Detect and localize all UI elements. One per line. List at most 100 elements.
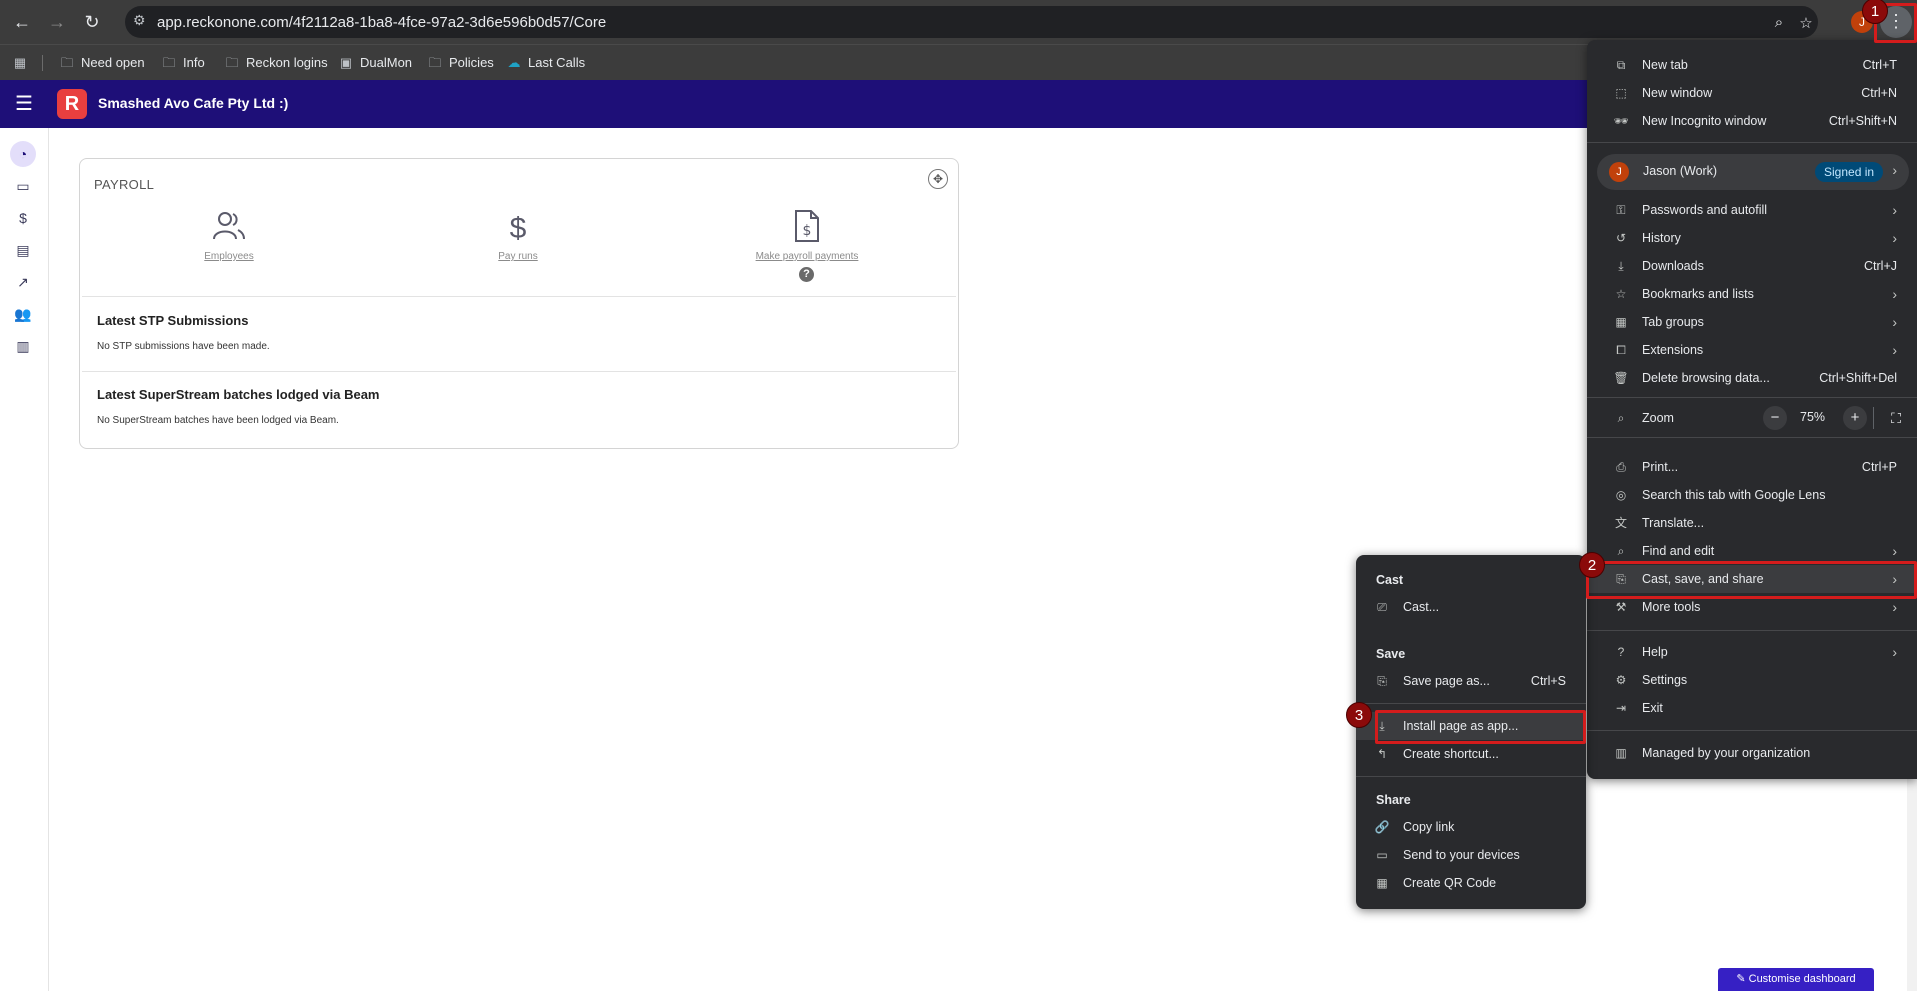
step-marker-2: 2 xyxy=(1579,552,1605,578)
briefcase-icon[interactable]: ▤ xyxy=(10,237,36,263)
menu-print[interactable]: ⎙ Print... Ctrl+P xyxy=(1587,453,1917,481)
menu-downloads[interactable]: ⤓ Downloads Ctrl+J xyxy=(1587,252,1917,280)
menu-extensions[interactable]: ⧠ Extensions › xyxy=(1587,336,1917,364)
image-icon: ▣ xyxy=(339,55,353,70)
section-divider xyxy=(82,296,956,297)
submenu-cast[interactable]: ⎚ Cast... xyxy=(1356,593,1586,621)
superstream-text: No SuperStream batches have been lodged … xyxy=(97,415,339,426)
payroll-widget: PAYROLL ✥ Employees $ Pay runs $ Make pa… xyxy=(79,158,959,449)
menu-delete-data[interactable]: 🗑 Delete browsing data... Ctrl+Shift+Del xyxy=(1587,364,1917,392)
reckon-logo[interactable]: R xyxy=(57,89,87,119)
chevron-right-icon: › xyxy=(1892,314,1897,330)
document-dollar-icon: $ xyxy=(727,209,887,249)
menu-profile[interactable]: J Jason (Work) Signed in › xyxy=(1597,154,1909,190)
step-marker-3: 3 xyxy=(1346,702,1372,728)
menu-settings[interactable]: ⚙ Settings xyxy=(1587,666,1917,694)
zoom-icon[interactable]: ⌕ xyxy=(1770,14,1788,32)
bookmark-dualmon[interactable]: ▣ DualMon xyxy=(338,53,412,73)
menu-new-tab[interactable]: ⧉ New tab Ctrl+T xyxy=(1587,51,1917,79)
cast-icon: ⎚ xyxy=(1377,600,1387,614)
payroll-payments-link[interactable]: Make payroll payments xyxy=(727,251,887,262)
folder-icon: 🗀 xyxy=(428,55,442,70)
menu-divider xyxy=(1587,397,1917,398)
cloud-icon: ☁ xyxy=(507,55,521,70)
dollar-icon[interactable]: $ xyxy=(10,205,36,231)
bookmark-reckon-logins[interactable]: 🗀 Reckon logins xyxy=(224,53,327,73)
submenu-copy-link[interactable]: 🔗 Copy link xyxy=(1356,813,1586,841)
calendar-icon[interactable]: ▭ xyxy=(10,173,36,199)
highlight-install-app xyxy=(1375,710,1586,744)
bookmark-last-calls[interactable]: ☁ Last Calls xyxy=(506,53,586,73)
submenu-send-devices[interactable]: ▭ Send to your devices xyxy=(1356,841,1586,869)
help-icon[interactable]: ? xyxy=(799,267,814,282)
pay-runs-link[interactable]: Pay runs xyxy=(438,251,598,262)
browser-toolbar: ← → ↻ ⚙ app.reckonone.com/4f2112a8-1ba8-… xyxy=(0,0,1917,44)
chrome-menu: ⧉ New tab Ctrl+T ⬚ New window Ctrl+N 🕶 New In… xyxy=(1587,40,1917,779)
back-arrow-icon[interactable]: ← xyxy=(10,10,34,34)
employees-link[interactable]: Employees xyxy=(149,251,309,262)
zoom-out-button[interactable]: − xyxy=(1763,406,1787,430)
menu-tab-groups[interactable]: ▦ Tab groups › xyxy=(1587,308,1917,336)
move-icon[interactable]: ✥ xyxy=(928,169,948,189)
menu-new-window[interactable]: ⬚ New window Ctrl+N xyxy=(1587,79,1917,107)
url-text[interactable]: app.reckonone.com/4f2112a8-1ba8-4fce-97a… xyxy=(157,14,606,31)
menu-help[interactable]: ? Help › xyxy=(1587,638,1917,666)
bookmark-need-open[interactable]: 🗀 Need open xyxy=(59,53,144,73)
key-icon: ⚿ xyxy=(1616,203,1626,217)
star-icon[interactable]: ☆ xyxy=(1797,14,1815,32)
trending-icon[interactable]: ↗ xyxy=(10,269,36,295)
company-name: Smashed Avo Cafe Pty Ltd :) xyxy=(98,95,289,111)
stp-heading: Latest STP Submissions xyxy=(97,313,249,328)
lens-icon: ◎ xyxy=(1615,488,1627,502)
dashboard-icon[interactable]: ◔ xyxy=(10,141,36,167)
building-icon: ▥ xyxy=(1615,746,1627,760)
exit-icon: ⇥ xyxy=(1615,701,1627,715)
forward-arrow-icon[interactable]: → xyxy=(45,10,69,34)
customise-dashboard-button[interactable]: ✎ Customise dashboard xyxy=(1718,968,1874,991)
employees-tile[interactable]: Employees xyxy=(149,209,309,262)
menu-google-lens[interactable]: ◎ Search this tab with Google Lens xyxy=(1587,481,1917,509)
hamburger-menu-icon[interactable]: ☰ xyxy=(12,92,36,116)
puzzle-icon: ⧠ xyxy=(1616,343,1626,357)
menu-history[interactable]: ↺ History › xyxy=(1587,224,1917,252)
payroll-payments-tile[interactable]: $ Make payroll payments xyxy=(727,209,887,262)
menu-passwords[interactable]: ⚿ Passwords and autofill › xyxy=(1587,196,1917,224)
address-bar[interactable]: ⚙ app.reckonone.com/4f2112a8-1ba8-4fce-9… xyxy=(125,6,1818,38)
devices-icon: ▭ xyxy=(1376,848,1388,862)
menu-new-incognito[interactable]: 🕶 New Incognito window Ctrl+Shift+N xyxy=(1587,107,1917,135)
bookmarks-divider xyxy=(42,55,43,71)
link-icon: 🔗 xyxy=(1374,820,1390,834)
submenu-create-shortcut[interactable]: ↰ Create shortcut... xyxy=(1356,740,1586,768)
save-heading: Save xyxy=(1376,647,1406,661)
chevron-right-icon: › xyxy=(1892,286,1897,302)
bookmark-policies[interactable]: 🗀 Policies xyxy=(427,53,493,73)
people-icon[interactable]: 👥 xyxy=(10,301,36,327)
chevron-right-icon: › xyxy=(1892,202,1897,218)
site-settings-icon[interactable]: ⚙ xyxy=(133,12,151,30)
pay-runs-tile[interactable]: $ Pay runs xyxy=(438,209,598,262)
submenu-save-page[interactable]: ⎘ Save page as... Ctrl+S xyxy=(1356,667,1586,695)
apps-grid-icon[interactable]: ▦ xyxy=(12,53,34,73)
chevron-right-icon: › xyxy=(1892,644,1897,660)
menu-managed[interactable]: ▥ Managed by your organization xyxy=(1587,739,1917,767)
shortcut-icon: ↰ xyxy=(1376,747,1388,761)
submenu-qr-code[interactable]: ▦ Create QR Code xyxy=(1356,869,1586,897)
submenu-divider xyxy=(1356,776,1586,777)
star-icon: ☆ xyxy=(1615,287,1627,301)
trash-icon: 🗑 xyxy=(1613,371,1629,385)
gear-icon: ⚙ xyxy=(1615,673,1627,687)
menu-translate[interactable]: 文 Translate... xyxy=(1587,509,1917,537)
menu-zoom-row: ⌕ Zoom − 75% + ⛶ xyxy=(1587,403,1917,433)
menu-exit[interactable]: ⇥ Exit xyxy=(1587,694,1917,722)
bookmark-info[interactable]: 🗀 Info xyxy=(161,53,204,73)
menu-divider xyxy=(1587,437,1917,438)
folder-icon: 🗀 xyxy=(225,55,239,70)
archive-icon[interactable]: ▥ xyxy=(10,333,36,359)
fullscreen-icon[interactable]: ⛶ xyxy=(1884,406,1908,430)
reload-icon[interactable]: ↻ xyxy=(80,10,104,34)
zoom-in-button[interactable]: + xyxy=(1843,406,1867,430)
cast-heading: Cast xyxy=(1376,573,1404,587)
new-window-icon: ⬚ xyxy=(1615,86,1627,100)
profile-name: Jason (Work) xyxy=(1643,164,1718,178)
menu-bookmarks[interactable]: ☆ Bookmarks and lists › xyxy=(1587,280,1917,308)
